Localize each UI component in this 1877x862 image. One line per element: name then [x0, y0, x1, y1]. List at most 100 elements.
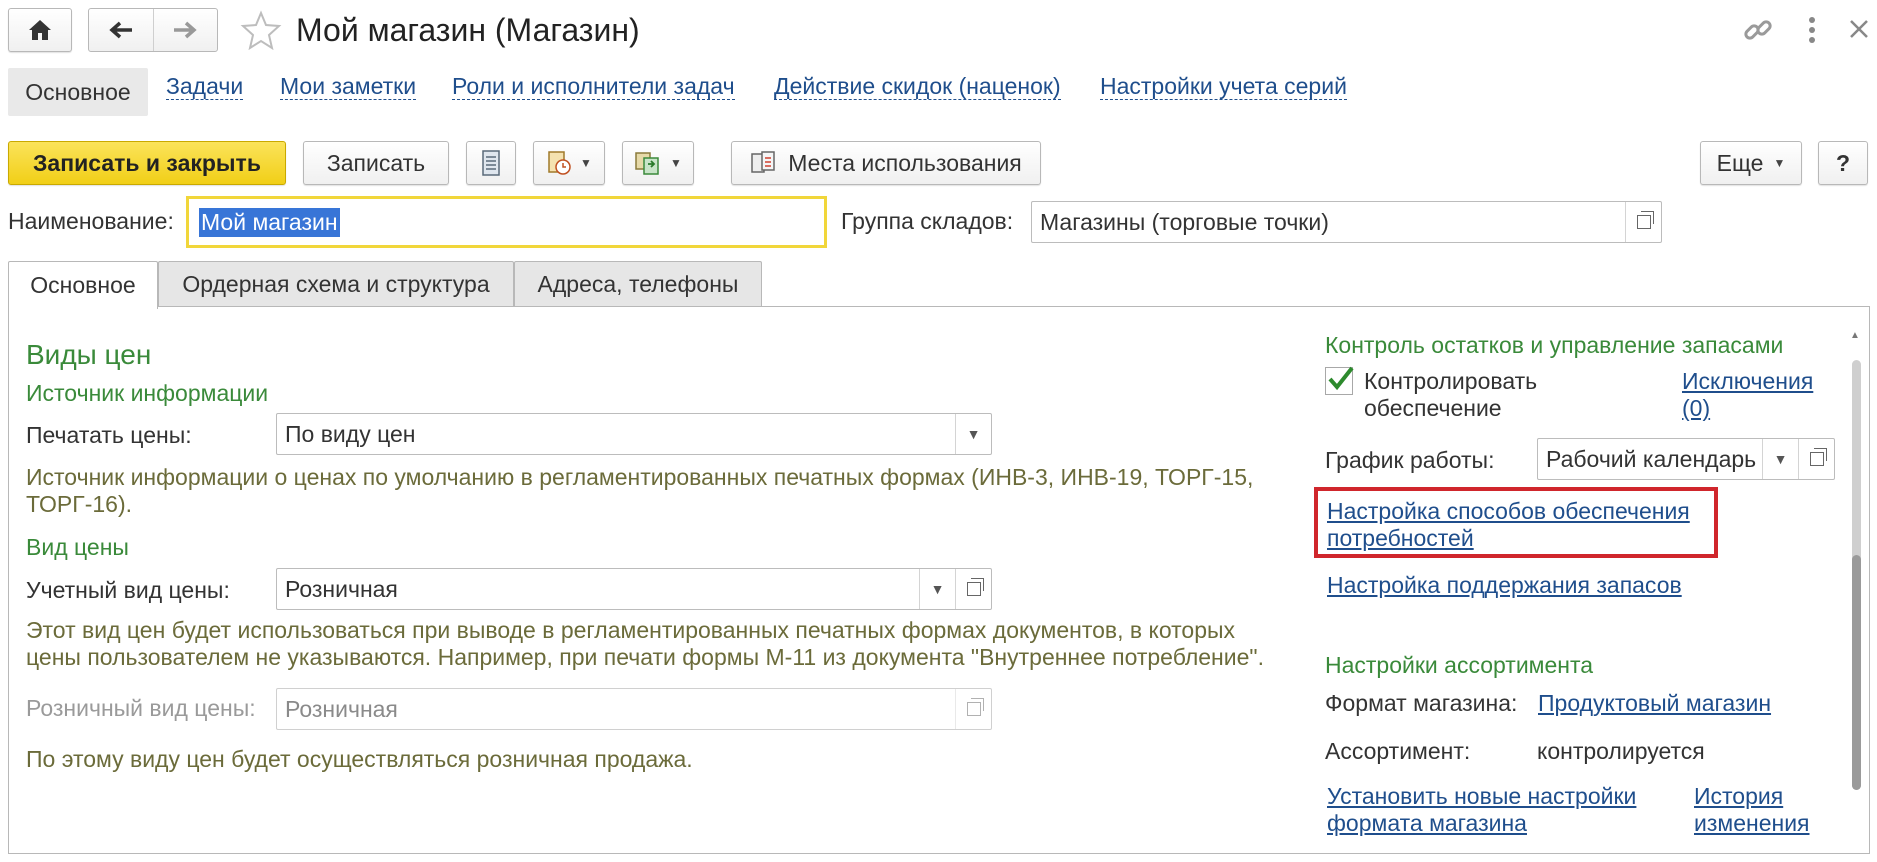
create-based-on-button[interactable]: ▼ [533, 141, 605, 185]
save-and-close-button[interactable]: Записать и закрыть [8, 141, 286, 185]
retail-price-label: Розничный вид цены: [26, 695, 256, 721]
print-prices-label: Печатать цены: [26, 422, 192, 448]
report-button[interactable] [466, 141, 516, 185]
control-supply-label-line1: Контролировать [1364, 368, 1538, 394]
stock-support-link[interactable]: Настройка поддержания запасов [1327, 572, 1682, 599]
nav-tab-series[interactable]: Настройки учета серий [1100, 73, 1347, 100]
account-price-value: Розничная [285, 575, 398, 602]
open-icon[interactable] [1625, 202, 1661, 242]
info-source-title: Источник информации [26, 380, 269, 406]
new-format-settings-link-line2[interactable]: формата магазина [1327, 810, 1527, 837]
name-input-value: Мой магазин [199, 207, 340, 237]
nav-tab-roles[interactable]: Роли и исполнители задач [452, 73, 735, 100]
nav-tab-tasks-label: Задачи [166, 73, 244, 100]
work-schedule-label: График работы: [1325, 447, 1495, 473]
open-icon [955, 689, 991, 729]
favorite-star-icon[interactable] [240, 10, 282, 56]
save-and-close-label: Записать и закрыть [33, 149, 261, 176]
name-label: Наименование: [8, 208, 174, 234]
history-link-line2[interactable]: изменения [1694, 810, 1810, 837]
control-supply-label-line2: обеспечение [1364, 395, 1502, 421]
usage-places-label: Места использования [788, 149, 1022, 176]
arrow-right-icon [174, 21, 197, 39]
retail-hint: По этому виду цен будет осуществляться р… [26, 746, 693, 772]
history-link-line1[interactable]: История [1694, 783, 1783, 810]
work-schedule-value: Рабочий календарь [1546, 445, 1757, 472]
scrollbar-thumb-active[interactable] [1852, 555, 1861, 790]
source-hint-line1: Источник информации о ценах по умолчанию… [26, 464, 1254, 490]
nav-tab-notes-label: Мои заметки [280, 73, 417, 100]
print-prices-select[interactable]: По виду цен ▼ [276, 413, 992, 455]
form-tab-main[interactable]: Основное [8, 261, 158, 309]
exceptions-link-line2[interactable]: (0) [1682, 395, 1710, 422]
document-clock-icon [548, 151, 571, 175]
warehouse-group-field[interactable]: Магазины (торговые точки) [1031, 201, 1662, 243]
source-hint-line2: ТОРГ-16). [26, 491, 132, 517]
back-button[interactable] [89, 9, 154, 51]
chevron-down-icon: ▼ [580, 156, 592, 170]
nav-tab-roles-label: Роли и исполнители задач [452, 73, 735, 100]
help-label: ? [1835, 149, 1851, 176]
exchange-button[interactable]: ▼ [622, 141, 694, 185]
nav-tab-tasks[interactable]: Задачи [166, 73, 244, 100]
vertical-scrollbar[interactable]: ▲ [1848, 330, 1864, 800]
open-icon[interactable] [1798, 439, 1834, 479]
chevron-down-icon: ▼ [670, 156, 682, 170]
usage-places-icon [751, 151, 775, 173]
price-types-title: Виды цен [26, 339, 152, 370]
chevron-down-icon[interactable]: ▼ [919, 569, 955, 609]
account-price-select[interactable]: Розничная ▼ [276, 568, 992, 610]
open-icon[interactable] [955, 569, 991, 609]
document-list-icon [482, 150, 500, 176]
checkmark-icon [1328, 366, 1354, 391]
price-type-title: Вид цены [26, 534, 129, 560]
retail-price-value: Розничная [285, 695, 398, 722]
more-vertical-icon[interactable] [1808, 16, 1816, 50]
new-format-settings-link-line1[interactable]: Установить новые настройки [1327, 783, 1636, 810]
home-button[interactable] [8, 8, 72, 52]
warehouse-group-label: Группа складов: [841, 208, 1014, 234]
more-label: Еще [1716, 149, 1764, 176]
chevron-down-icon[interactable]: ▼ [1762, 439, 1798, 479]
account-hint-line1: Этот вид цен будет использоваться при вы… [26, 617, 1236, 643]
account-hint-line2: цены пользователем не указываются. Напри… [26, 644, 1264, 670]
assortment-label: Ассортимент: [1325, 738, 1471, 764]
nav-tab-series-label: Настройки учета серий [1100, 73, 1347, 100]
exceptions-link-line1[interactable]: Исключения [1682, 368, 1813, 395]
scroll-up-arrow[interactable]: ▲ [1850, 330, 1860, 341]
form-tab-main-label: Основное [30, 272, 136, 298]
save-label: Записать [326, 149, 426, 176]
assortment-value: контролируется [1537, 738, 1705, 764]
form-tab-addresses[interactable]: Адреса, телефоны [514, 261, 762, 307]
close-icon[interactable] [1848, 18, 1870, 46]
stock-control-title: Контроль остатков и управление запасами [1325, 332, 1784, 358]
nav-tab-discounts[interactable]: Действие скидок (наценок) [774, 73, 1061, 100]
exchange-icon [635, 152, 659, 175]
name-input[interactable]: Мой магазин [186, 196, 827, 248]
store-format-link[interactable]: Продуктовый магазин [1538, 690, 1771, 717]
nav-tab-discounts-label: Действие скидок (наценок) [774, 73, 1061, 100]
supply-methods-link-line2[interactable]: потребностей [1327, 525, 1474, 552]
window-title: Мой магазин (Магазин) [296, 12, 640, 48]
save-button[interactable]: Записать [303, 141, 449, 185]
work-schedule-select[interactable]: Рабочий календарь ▼ [1537, 438, 1835, 480]
nav-tab-main-label: Основное [25, 78, 131, 105]
nav-tab-notes[interactable]: Мои заметки [280, 73, 417, 100]
link-icon[interactable] [1742, 14, 1774, 52]
arrow-left-icon [109, 21, 132, 39]
nav-tab-main[interactable]: Основное [8, 68, 148, 116]
account-price-label: Учетный вид цены: [26, 577, 230, 603]
usage-places-button[interactable]: Места использования [731, 141, 1041, 185]
control-supply-checkbox[interactable] [1325, 366, 1354, 395]
print-prices-value: По виду цен [285, 420, 416, 447]
chevron-down-icon[interactable]: ▼ [955, 414, 991, 454]
assortment-settings-title: Настройки ассортимента [1325, 652, 1594, 678]
chevron-down-icon: ▼ [1773, 156, 1786, 170]
form-tab-order-scheme[interactable]: Ордерная схема и структура [158, 261, 514, 307]
more-button[interactable]: Еще ▼ [1700, 141, 1802, 185]
forward-button[interactable] [154, 9, 218, 51]
supply-methods-link-line1[interactable]: Настройка способов обеспечения [1327, 498, 1690, 525]
store-format-label: Формат магазина: [1325, 690, 1518, 716]
history-nav [88, 8, 218, 52]
help-button[interactable]: ? [1818, 141, 1868, 185]
